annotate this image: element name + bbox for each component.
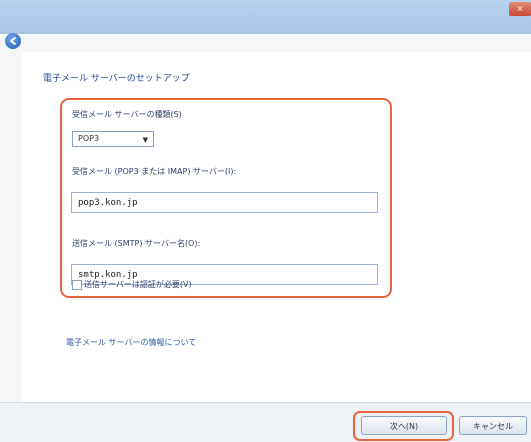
- page-title: 電子メール サーバーのセットアップ: [43, 74, 190, 84]
- incoming-server-label: 受信メール (POP3 または IMAP) サーバー(I):: [72, 167, 237, 176]
- title-bar: [0, 0, 531, 34]
- auth-checkbox-label: 送信サーバーは認証が必要(V): [84, 280, 192, 289]
- incoming-type-select[interactable]: POP3 ▼: [72, 131, 154, 147]
- close-button[interactable]: ×: [509, 2, 531, 16]
- auth-checkbox[interactable]: [72, 280, 82, 290]
- back-arrow-icon: [10, 37, 16, 45]
- help-link[interactable]: 電子メール サーバーの情報について: [66, 337, 196, 348]
- incoming-type-label: 受信メール サーバーの種類(S): [72, 110, 182, 119]
- chevron-down-icon: ▼: [142, 136, 148, 144]
- cancel-button[interactable]: キャンセル: [459, 416, 527, 435]
- outgoing-server-label: 送信メール (SMTP) サーバー名(O):: [72, 239, 201, 248]
- incoming-type-value: POP3: [78, 134, 100, 143]
- incoming-server-input[interactable]: pop3.kon.jp: [71, 192, 378, 213]
- back-button[interactable]: [5, 33, 21, 49]
- next-button-highlight: [353, 411, 454, 441]
